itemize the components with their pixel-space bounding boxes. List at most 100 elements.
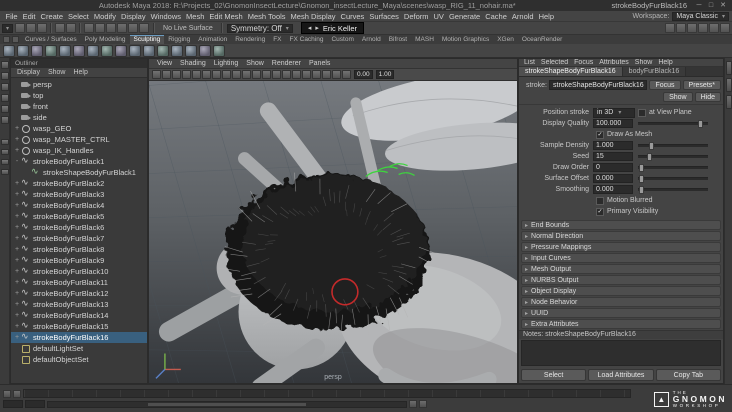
outliner-item-strokebodyfurblack1[interactable]: -strokeBodyFurBlack1	[11, 156, 147, 167]
layout-single-pane-icon[interactable]	[0, 139, 9, 145]
start-frame-field[interactable]	[3, 400, 23, 408]
save-scene-icon[interactable]	[37, 23, 48, 33]
next-icon[interactable]: ▸	[315, 24, 319, 32]
expander-icon[interactable]: +	[13, 191, 21, 198]
outliner-item-front[interactable]: front	[11, 101, 147, 112]
select-camera-icon[interactable]	[152, 70, 161, 79]
camera-attributes-icon[interactable]	[172, 70, 181, 79]
timeline-menu-icon[interactable]	[3, 389, 11, 398]
expander-icon[interactable]: +	[13, 202, 21, 209]
at-view-plane-checkbox[interactable]	[638, 108, 646, 117]
undo-icon[interactable]	[55, 23, 66, 33]
viewport-menu-lighting[interactable]: Lighting	[210, 60, 243, 67]
motion-blurred-checkbox[interactable]	[596, 196, 604, 205]
smear-tool-icon[interactable]	[199, 44, 211, 57]
rotate-tool-icon[interactable]	[0, 105, 9, 113]
layout-four-pane-icon[interactable]	[0, 149, 9, 155]
seed-slider[interactable]	[638, 153, 708, 162]
foamy-tool-icon[interactable]	[87, 44, 99, 57]
outliner-item-side[interactable]: side	[11, 112, 147, 123]
expander-icon[interactable]: +	[13, 268, 21, 275]
expander-icon[interactable]: +	[13, 136, 21, 143]
outliner-item-strokebodyfurblack4[interactable]: +strokeBodyFurBlack4	[11, 200, 147, 211]
snap-to-point-icon[interactable]	[106, 23, 117, 33]
shelf-tab-bifrost[interactable]: Bifrost	[385, 35, 411, 44]
outliner-item-defaultobjectset[interactable]: defaultObjectSet	[11, 354, 147, 365]
selection-mask-dropdown[interactable]: ▾	[2, 23, 14, 33]
draw-order-field[interactable]: 0	[593, 163, 633, 173]
menu-surfaces[interactable]: Surfaces	[367, 11, 402, 21]
shelf-tab-mash[interactable]: MASH	[411, 35, 438, 44]
section-nurbs-output[interactable]: ▸ NURBS Output	[521, 275, 721, 286]
outliner-item-defaultlightset[interactable]: defaultLightSet	[11, 343, 147, 354]
viewport-menu-view[interactable]: View	[153, 60, 176, 67]
slider-handle[interactable]	[649, 142, 655, 151]
pinch-tool-icon[interactable]	[59, 44, 71, 57]
hide-button[interactable]: Hide	[694, 92, 721, 103]
object-details-icon[interactable]	[302, 70, 311, 79]
expander-icon[interactable]: +	[13, 290, 21, 297]
viewport-menu-renderer[interactable]: Renderer	[268, 60, 305, 67]
ae-menu-focus[interactable]: Focus	[571, 59, 596, 66]
redo-icon[interactable]	[66, 23, 77, 33]
resolution-gate-icon[interactable]	[242, 70, 251, 79]
minimize-button[interactable]: ─	[693, 0, 705, 11]
flatten-tool-icon[interactable]	[73, 44, 85, 57]
shelf-tab-custom[interactable]: Custom	[327, 35, 357, 44]
expander-icon[interactable]: +	[13, 125, 21, 132]
section-object-display[interactable]: ▸ Object Display	[521, 286, 721, 297]
outliner-item-strokebodyfurblack5[interactable]: +strokeBodyFurBlack5	[11, 211, 147, 222]
snap-to-grid-icon[interactable]	[84, 23, 95, 33]
render-settings-icon[interactable]	[698, 23, 708, 33]
wireframe-icon[interactable]	[312, 70, 321, 79]
viewport-menu-show[interactable]: Show	[242, 60, 268, 67]
section-input-curves[interactable]: ▸ Input Curves	[521, 253, 721, 264]
outliner-item-strokebodyfurblack12[interactable]: +strokeBodyFurBlack12	[11, 288, 147, 299]
select-tool-icon[interactable]	[0, 61, 9, 69]
outliner-menu-display[interactable]: Display	[13, 69, 44, 76]
ae-menu-selected[interactable]: Selected	[538, 59, 571, 66]
menu-windows[interactable]: Windows	[148, 11, 183, 21]
outliner-item-persp[interactable]: persp	[11, 79, 147, 90]
bulge-tool-icon[interactable]	[213, 44, 225, 57]
close-button[interactable]: ✕	[717, 0, 729, 11]
draw-as-mesh-checkbox[interactable]: ✓	[596, 130, 604, 139]
draw-order-slider[interactable]	[638, 164, 708, 173]
presets-button[interactable]: Presets*	[682, 80, 721, 91]
grid-icon[interactable]	[222, 70, 231, 79]
shelf-tab-xgen[interactable]: XGen	[493, 35, 518, 44]
outliner-item-strokebodyfurblack8[interactable]: +strokeBodyFurBlack8	[11, 244, 147, 255]
shelf-tab-arnold[interactable]: Arnold	[358, 35, 385, 44]
auto-key-icon[interactable]	[409, 400, 417, 408]
paint-select-tool-icon[interactable]	[0, 83, 9, 91]
display-quality-slider[interactable]	[638, 120, 708, 129]
two-d-pan-zoom-icon[interactable]	[202, 70, 211, 79]
lasso-tool-icon[interactable]	[0, 72, 9, 80]
heads-up-display-icon[interactable]	[292, 70, 301, 79]
viewport-menu-shading[interactable]: Shading	[176, 60, 210, 67]
scale-tool-icon[interactable]	[0, 116, 9, 124]
shelf-tab-animation[interactable]: Animation	[194, 35, 231, 44]
lock-camera-icon[interactable]	[162, 70, 171, 79]
ae-tab-strokeshapebodyfurblack16[interactable]: strokeShapeBodyFurBlack16	[519, 67, 623, 77]
outliner-menu-show[interactable]: Show	[44, 69, 70, 76]
menu-arnold[interactable]: Arnold	[509, 11, 536, 21]
wax-tool-icon[interactable]	[143, 44, 155, 57]
image-plane-icon[interactable]	[192, 70, 201, 79]
lights-icon[interactable]	[342, 70, 351, 79]
menu-display[interactable]: Display	[119, 11, 149, 21]
safe-action-icon[interactable]	[272, 70, 281, 79]
shelf-menu-icon[interactable]	[3, 36, 10, 43]
menu-cache[interactable]: Cache	[483, 11, 510, 21]
viewport-canvas[interactable]: persp	[149, 81, 517, 383]
outliner-item-strokebodyfurblack10[interactable]: +strokeBodyFurBlack10	[11, 266, 147, 277]
grab-tool-icon[interactable]	[45, 44, 57, 57]
grease-pencil-icon[interactable]	[212, 70, 221, 79]
ae-menu-help[interactable]: Help	[655, 59, 675, 66]
expander-icon[interactable]: -	[13, 158, 21, 165]
shelf-tab-sculpting[interactable]: Sculpting	[129, 35, 165, 44]
menu-deform[interactable]: Deform	[401, 11, 431, 21]
channel-box-tab-icon[interactable]	[725, 95, 732, 109]
primary-visibility-checkbox[interactable]: ✓	[596, 207, 604, 216]
outliner-item-strokebodyfurblack7[interactable]: +strokeBodyFurBlack7	[11, 233, 147, 244]
